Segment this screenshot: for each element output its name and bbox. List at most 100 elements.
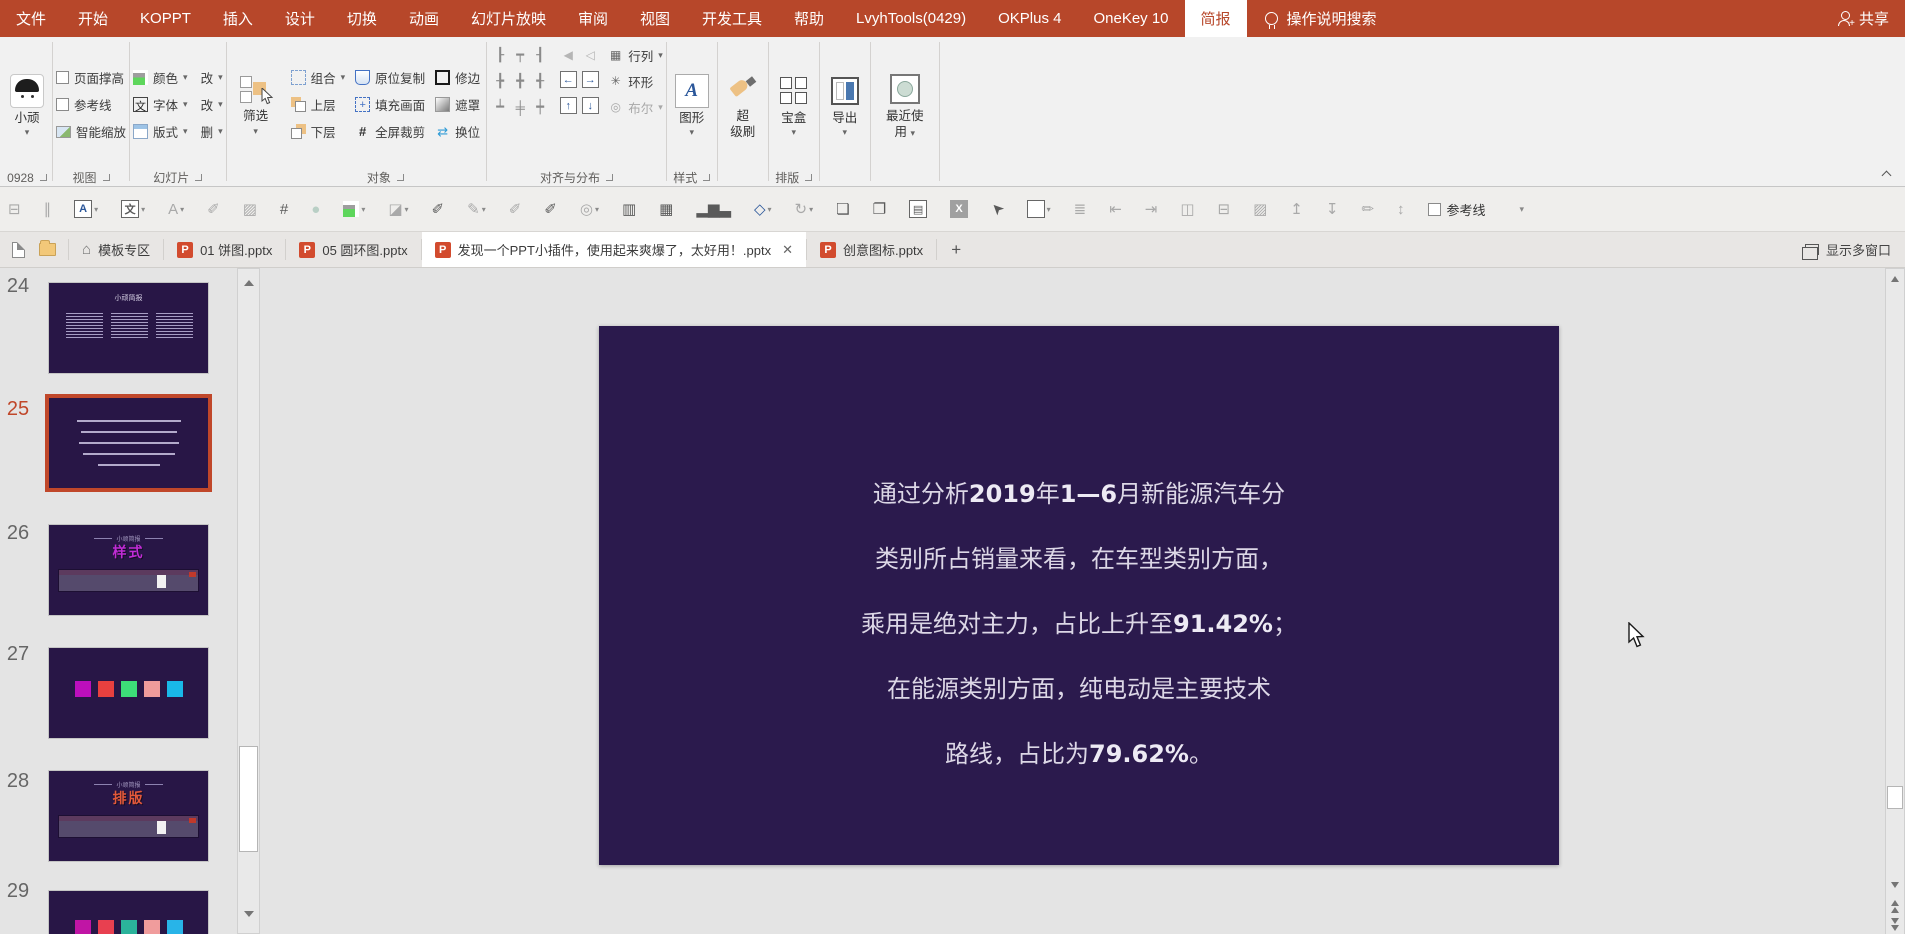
menu-tab-14[interactable]: OneKey 10 xyxy=(1077,0,1184,37)
main-scrollbar[interactable] xyxy=(1885,268,1905,934)
treasure-box-button[interactable]: 宝盒 ▾ xyxy=(772,71,816,139)
menu-tab-5[interactable]: 切换 xyxy=(331,0,393,37)
columns-icon[interactable]: ▥ xyxy=(622,200,636,218)
text-style-icon[interactable]: A ▾ xyxy=(74,200,98,218)
menu-tab-7[interactable]: 幻灯片放映 xyxy=(455,0,562,37)
export-button[interactable]: 导出 ▾ xyxy=(823,71,867,139)
cjk-font-icon[interactable]: 文 ▾ xyxy=(121,200,145,218)
menu-tab-11[interactable]: 帮助 xyxy=(778,0,840,37)
chart-bars-icon[interactable]: ▂▆▃ xyxy=(696,200,731,218)
oval-shape-icon[interactable]: ● xyxy=(311,201,320,218)
align-distribute-icon-8[interactable]: ┿ xyxy=(530,94,550,120)
font-button[interactable]: 字体 xyxy=(153,95,178,114)
align-distribute-icon-7[interactable]: ╪ xyxy=(510,94,530,120)
dialog-launcher-icon[interactable] xyxy=(195,174,203,181)
send-to-back-icon[interactable]: ❐ xyxy=(873,200,886,218)
object-button-back[interactable]: 下层 xyxy=(288,118,349,145)
slide-thumbnail-29[interactable] xyxy=(48,890,209,934)
menu-tab-3[interactable]: 插入 xyxy=(207,0,269,37)
next-slide-button[interactable] xyxy=(1886,918,1904,934)
previous-slide-button[interactable] xyxy=(1886,900,1904,916)
dialog-launcher-icon[interactable] xyxy=(605,174,613,181)
scrollbar-thumb[interactable] xyxy=(239,746,258,852)
recently-used-button[interactable]: 最近使用 ▾ xyxy=(874,69,936,140)
align-top-button[interactable]: ↑ xyxy=(557,94,579,120)
guides-checkbox[interactable]: 参考线 xyxy=(56,91,112,118)
slide-text-block[interactable]: 通过分析2019年1—6月新能源汽车分 类别所占销量来看，在车型类别方面， 乘用是绝… xyxy=(599,462,1559,787)
align-distribute-icon-3[interactable]: ╊ xyxy=(490,68,510,94)
align-distribute-icon-4[interactable]: ╋ xyxy=(510,68,530,94)
dialog-launcher-icon[interactable] xyxy=(396,174,404,181)
share-button[interactable]: 共享 xyxy=(1821,0,1905,37)
object-button-swap[interactable]: 换位 xyxy=(432,118,483,145)
menu-tab-2[interactable]: KOPPT xyxy=(124,0,207,37)
collapse-ribbon-button[interactable] xyxy=(1882,169,1891,178)
object-button-group[interactable]: 组合 ▾ xyxy=(288,64,349,91)
new-tab-button[interactable]: + xyxy=(937,232,975,267)
flip-vertical-icon[interactable]: ◁ xyxy=(579,42,601,68)
table-edit-icon[interactable]: ▦ xyxy=(659,200,673,218)
smart-zoom-button[interactable]: 智能缩放 xyxy=(56,118,126,145)
align-distribute-icon-0[interactable]: ┠ xyxy=(490,42,510,68)
thumbnail-scrollbar[interactable] xyxy=(237,268,260,934)
super-brush-button[interactable]: 超级刷 xyxy=(721,69,765,140)
crop-icon[interactable]: # xyxy=(280,201,288,218)
slide-thumbnail-24[interactable]: 小顽简报 xyxy=(48,282,209,374)
fill-color-swatch-icon[interactable]: ▾ xyxy=(343,201,365,217)
open-folder-icon[interactable] xyxy=(39,240,56,256)
menu-tab-10[interactable]: 开发工具 xyxy=(686,0,778,37)
slide-thumbnail-26[interactable]: 小顽简报 样式 xyxy=(48,524,209,616)
object-button-cropfs[interactable]: 全屏裁剪 xyxy=(352,118,428,145)
dialog-launcher-icon[interactable] xyxy=(805,174,813,181)
menu-tab-1[interactable]: 开始 xyxy=(62,0,124,37)
filter-button[interactable]: 筛选 ▾ xyxy=(230,72,282,137)
slide-thumbnail-25[interactable] xyxy=(45,394,212,492)
document-tab-4[interactable]: P 创意图标.pptx xyxy=(807,232,936,267)
flip-horizontal-icon[interactable]: ◀ xyxy=(557,42,579,68)
document-tab-2[interactable]: P 05 圆环图.pptx xyxy=(286,232,420,267)
chevron-down-icon[interactable]: ▾ xyxy=(1520,204,1525,215)
shape-style-button[interactable]: A 图形 ▾ xyxy=(670,71,714,139)
document-tab-0[interactable]: ⌂ 模板专区 xyxy=(69,232,163,267)
menu-tab-15[interactable]: 简报 xyxy=(1184,0,1247,37)
align-bottom-button[interactable]: ↓ xyxy=(579,94,601,120)
ring-layout-button[interactable]: ✳ 环形 xyxy=(608,68,663,94)
dialog-launcher-icon[interactable] xyxy=(39,174,47,181)
menu-tab-8[interactable]: 审阅 xyxy=(562,0,624,37)
guides-toggle[interactable]: 参考线 ▾ xyxy=(1427,200,1525,219)
align-left-button[interactable]: ← xyxy=(557,68,579,94)
text-frame-icon[interactable]: ▤ xyxy=(909,200,928,218)
menu-tab-9[interactable]: 视图 xyxy=(624,0,686,37)
excel-export-icon[interactable]: X xyxy=(950,200,969,218)
tell-me-search[interactable]: 操作说明搜索 xyxy=(1247,0,1395,37)
slide-editing-area[interactable]: 通过分析2019年1—6月新能源汽车分 类别所占销量来看，在车型类别方面， 乘用是绝… xyxy=(599,326,1559,865)
object-button-mask[interactable]: 遮罩 xyxy=(432,91,483,118)
user-avatar-button[interactable]: 小顽 ▾ xyxy=(5,71,49,139)
multi-window-button[interactable]: 显示多窗口 xyxy=(1791,232,1905,267)
eyedropper-3-icon[interactable]: ✐ xyxy=(544,200,557,218)
object-button-trim[interactable]: 修边 xyxy=(432,64,483,91)
menu-tab-0[interactable]: 文件 xyxy=(0,0,62,37)
bring-to-front-icon[interactable]: ❏ xyxy=(836,200,849,218)
menu-tab-4[interactable]: 设计 xyxy=(269,0,331,37)
align-distribute-icon-2[interactable]: ┨ xyxy=(530,42,550,68)
slide-thumbnail-28[interactable]: 小顽简报 排版 xyxy=(48,770,209,862)
document-tab-3[interactable]: P 发现一个PPT小插件，使用起来爽爆了，太好用！.pptx ✕ xyxy=(421,232,806,267)
eyedropper-pick-icon[interactable]: ✐ xyxy=(432,200,445,218)
new-document-icon[interactable] xyxy=(12,241,25,258)
slide-thumbnail-27[interactable] xyxy=(48,647,209,739)
scroll-up-button[interactable] xyxy=(238,269,259,296)
scroll-up-button[interactable] xyxy=(1886,269,1904,289)
align-right-button[interactable]: → xyxy=(579,68,601,94)
modify-font-button[interactable]: 改 xyxy=(201,95,214,114)
align-distribute-icon-1[interactable]: ┯ xyxy=(510,42,530,68)
dialog-launcher-icon[interactable] xyxy=(102,174,110,181)
delete-slide-button[interactable]: 删 xyxy=(201,122,214,141)
select-objects-icon[interactable]: ➤ xyxy=(987,198,1008,219)
scroll-down-button[interactable] xyxy=(1886,874,1904,896)
border-style-icon[interactable]: ▾ xyxy=(1026,200,1051,218)
modify-color-button[interactable]: 改 xyxy=(201,68,214,87)
object-button-front[interactable]: 上层 xyxy=(288,91,349,118)
document-tab-1[interactable]: P 01 饼图.pptx xyxy=(164,232,285,267)
align-distribute-icon-6[interactable]: ┷ xyxy=(490,94,510,120)
